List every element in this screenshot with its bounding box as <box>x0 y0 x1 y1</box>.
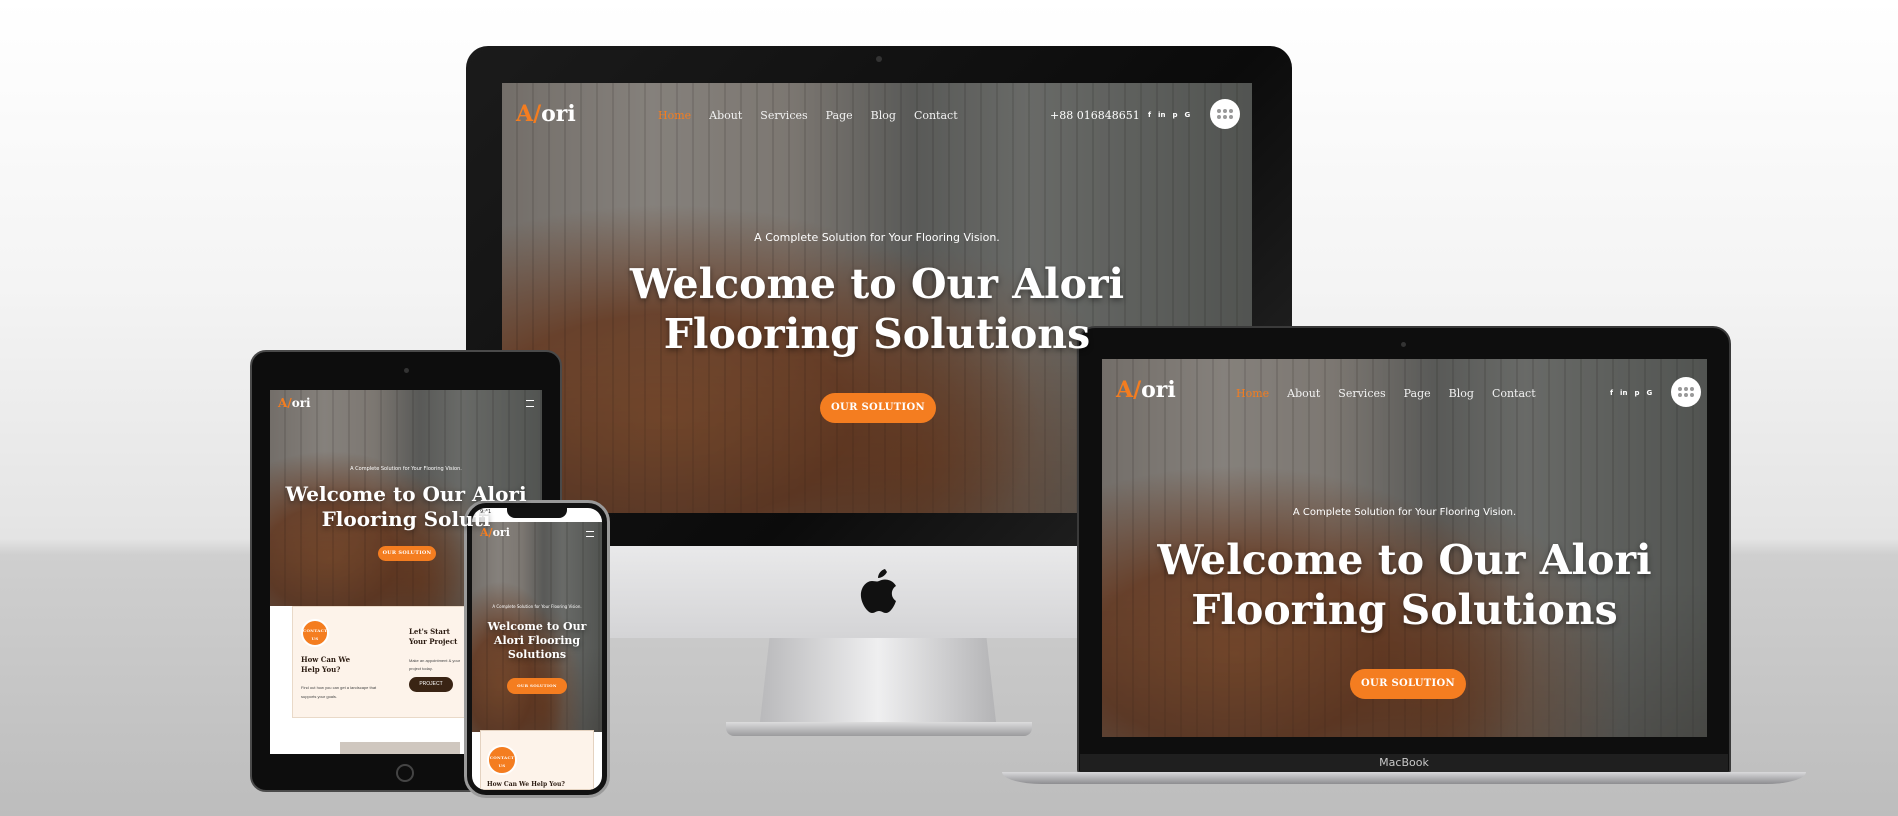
linkedin-icon[interactable]: in <box>1620 389 1627 397</box>
nav-contact[interactable]: Contact <box>914 109 958 122</box>
menu-button[interactable] <box>1210 99 1240 129</box>
contact-card: CONTACT US How Can We Help You? <box>480 730 594 790</box>
logo[interactable]: A/ori <box>480 526 510 539</box>
nav-about[interactable]: About <box>1287 387 1320 400</box>
hero-subtitle: A Complete Solution for Your Flooring Vi… <box>1292 507 1517 518</box>
hero-subtitle: A Complete Solution for Your Flooring Vi… <box>754 231 1000 244</box>
macbook-screen: A/ori Home About Services Page Blog Cont… <box>1102 359 1707 737</box>
contact-us-badge[interactable]: CONTACT US <box>487 745 517 775</box>
project-button[interactable]: PROJECT <box>409 677 453 692</box>
hero-subtitle: A Complete Solution for Your Flooring Vi… <box>350 466 462 472</box>
nav-home[interactable]: Home <box>1236 387 1269 400</box>
macbook-label: MacBook <box>1379 756 1429 769</box>
hero-title: Welcome to Our Alori Flooring Solutions <box>629 260 1125 358</box>
pinterest-icon[interactable]: p <box>1172 111 1177 119</box>
our-solution-button[interactable]: OUR SOLUTION <box>1350 669 1466 699</box>
facebook-icon[interactable]: f <box>1148 111 1151 119</box>
content-image-strip <box>340 742 460 754</box>
nav-home[interactable]: Home <box>658 109 691 122</box>
imac-stand-neck <box>760 638 996 722</box>
logo[interactable]: A/ori <box>516 101 576 127</box>
ipad-camera <box>404 368 409 373</box>
apple-logo <box>860 569 896 613</box>
nav-page[interactable]: Page <box>826 109 853 122</box>
hero-title: Welcome to Our Alori Flooring Solutions <box>487 620 587 661</box>
nav-about[interactable]: About <box>709 109 742 122</box>
logo[interactable]: A/ori <box>1116 377 1176 403</box>
project-title: Let's Start Your Project <box>409 627 458 646</box>
hero-title: Welcome to Our Alori Flooring Solutions <box>1157 536 1652 634</box>
help-text: Find out how you can get a landscape tha… <box>301 685 377 699</box>
grid-menu-icon <box>1678 387 1694 397</box>
hamburger-icon[interactable] <box>526 400 534 407</box>
phone-number[interactable]: +88 016848651 <box>1050 109 1140 122</box>
menu-button[interactable] <box>1671 377 1701 407</box>
ipad-home-button <box>396 764 414 782</box>
hero-title: Welcome to Our Alori Flooring Soluti <box>285 482 527 531</box>
main-nav: Home About Services Page Blog Contact <box>1236 387 1536 400</box>
our-solution-button[interactable]: OUR SOLUTION <box>378 546 436 561</box>
help-title: How Can We Help You? <box>487 781 565 788</box>
iphone-screen: 9:41 A/ori A Complete Solution for Your … <box>472 508 602 790</box>
nav-blog[interactable]: Blog <box>1449 387 1474 400</box>
nav-services[interactable]: Services <box>760 109 807 122</box>
help-title: How Can We Help You? <box>301 655 351 674</box>
facebook-icon[interactable]: f <box>1610 389 1613 397</box>
iphone-hero: A/ori A Complete Solution for Your Floor… <box>472 522 602 732</box>
nav-services[interactable]: Services <box>1338 387 1385 400</box>
nav-contact[interactable]: Contact <box>1492 387 1536 400</box>
google-icon[interactable]: G <box>1646 389 1652 397</box>
macbook-base <box>1002 772 1806 784</box>
pinterest-icon[interactable]: p <box>1634 389 1639 397</box>
google-icon[interactable]: G <box>1184 111 1190 119</box>
imac-camera <box>876 56 882 62</box>
nav-blog[interactable]: Blog <box>871 109 896 122</box>
project-text: Make an appointment & your project today… <box>409 658 461 671</box>
social-links: f in p G <box>1610 389 1652 397</box>
our-solution-button[interactable]: OUR SOLUTION <box>820 393 936 423</box>
contact-us-badge[interactable]: CONTACT US <box>301 619 329 647</box>
hamburger-icon[interactable] <box>586 531 594 537</box>
macbook-camera <box>1401 342 1406 347</box>
linkedin-icon[interactable]: in <box>1158 111 1165 119</box>
social-links: f in p G <box>1148 111 1190 119</box>
imac-stand-foot <box>726 722 1032 736</box>
main-nav: Home About Services Page Blog Contact <box>658 109 958 122</box>
our-solution-button[interactable]: OUR SOLUTION <box>507 678 567 694</box>
nav-page[interactable]: Page <box>1404 387 1431 400</box>
iphone-notch <box>507 508 567 518</box>
hero-subtitle: A Complete Solution for Your Flooring Vi… <box>492 604 582 609</box>
logo[interactable]: A/ori <box>278 396 311 410</box>
grid-menu-icon <box>1217 109 1233 119</box>
